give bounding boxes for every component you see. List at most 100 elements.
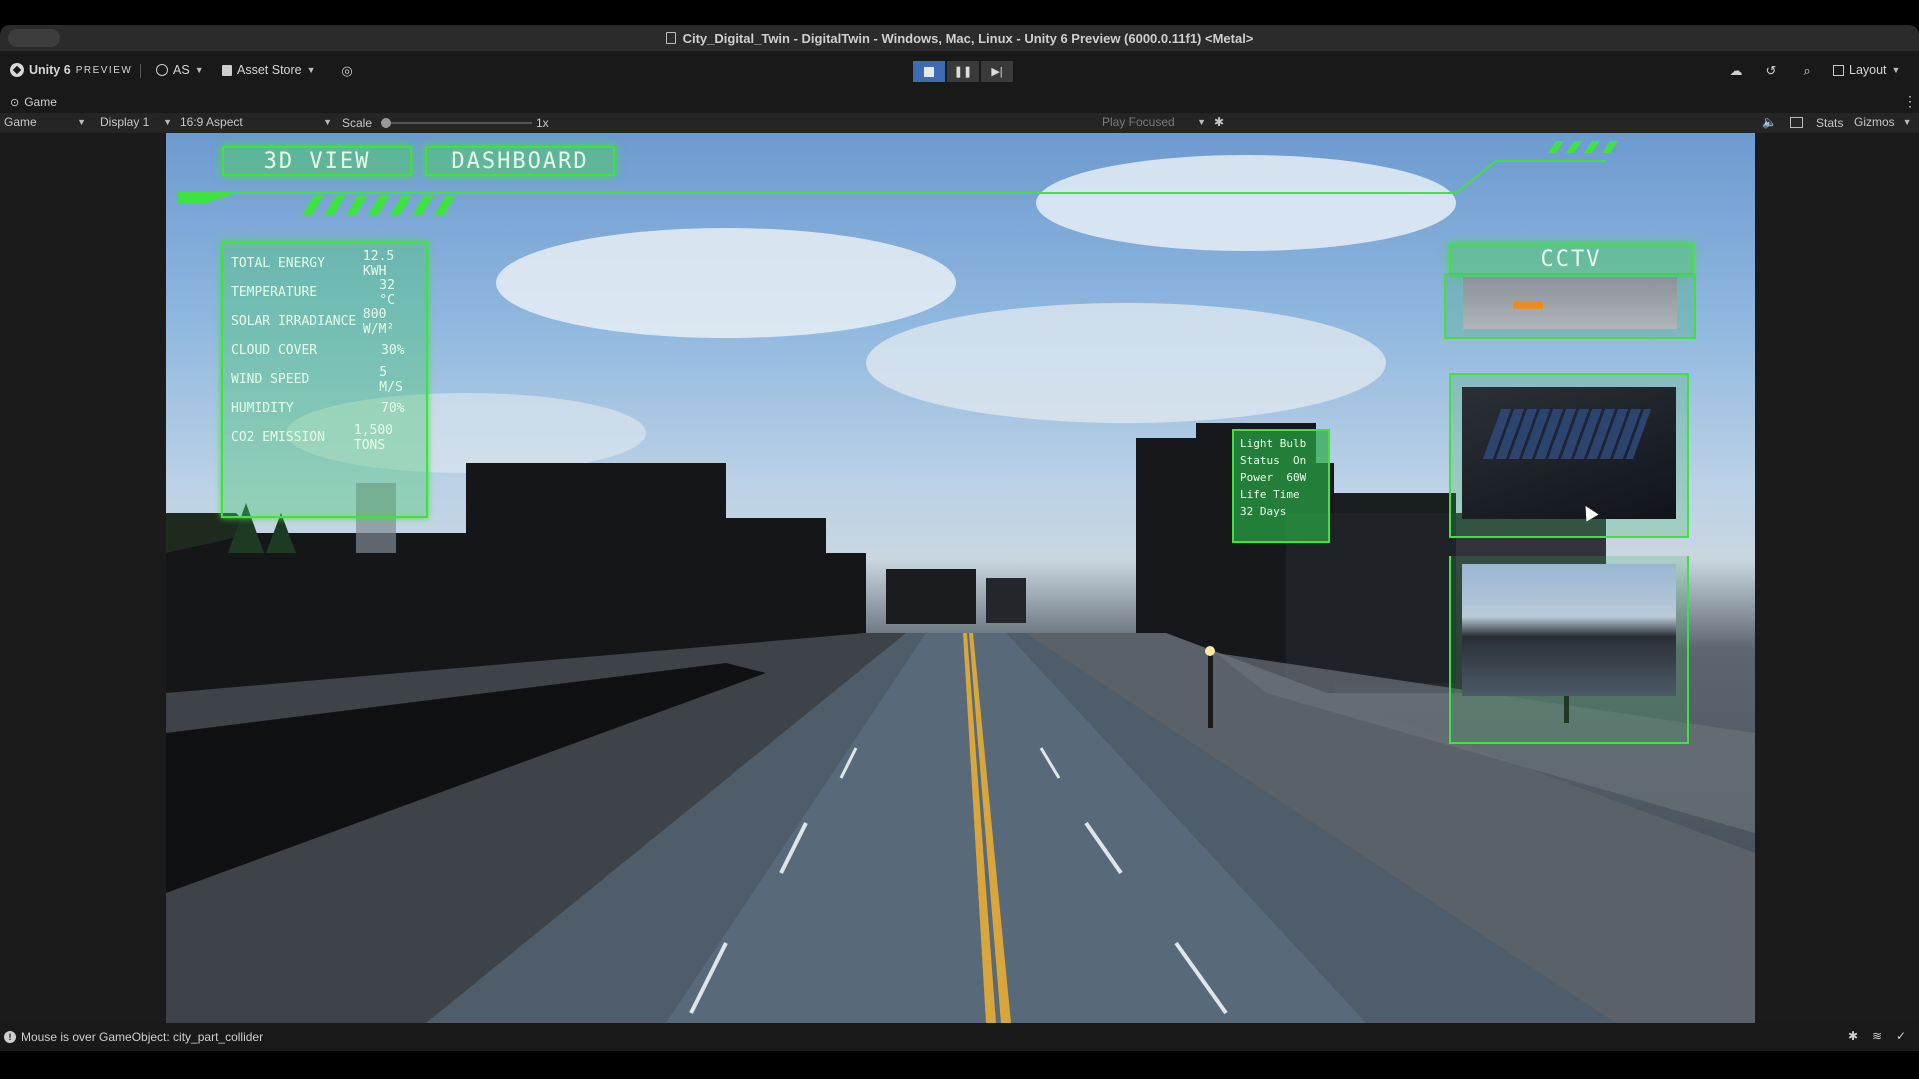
light-bulb-lifetime-value: 32 Days: [1240, 505, 1287, 518]
aspect-dropdown[interactable]: 16:9 Aspect ▼: [180, 115, 332, 129]
stat-row-solar-irradiance: SOLAR IRRADIANCE 800 W/M²: [231, 306, 418, 337]
chevron-down-icon: ▼: [323, 117, 332, 127]
search-icon[interactable]: ⌕: [1798, 62, 1816, 80]
stat-row-total-energy: TOTAL ENERGY 12.5 KWH: [231, 248, 418, 279]
view-dropdown[interactable]: Game ▼: [4, 115, 86, 129]
screen-bottom: [0, 1051, 1919, 1079]
layout-label: Layout: [1849, 63, 1887, 77]
sidebar-toggle-button[interactable]: [8, 29, 60, 47]
light-bulb-power: Power 60W: [1240, 471, 1307, 484]
cloud-icon[interactable]: ☁: [1727, 62, 1745, 80]
hud-stripes: [302, 195, 456, 215]
grid-icon[interactable]: [1790, 117, 1803, 128]
street-lamp: [1208, 653, 1213, 728]
building: [986, 578, 1026, 623]
scale-value: 1x: [536, 116, 549, 130]
play-focused-label: Play Focused: [1102, 115, 1175, 129]
scale-slider-handle[interactable]: [381, 118, 391, 128]
stat-value: 5 M/S: [379, 364, 403, 395]
chevron-down-icon: ▼: [306, 65, 316, 75]
cctv-feed-frame-3: [1449, 556, 1689, 744]
status-message: Mouse is over GameObject: city_part_coll…: [21, 1030, 264, 1044]
game-tab[interactable]: ⊙ Game: [10, 95, 57, 109]
stat-label: WIND SPEED: [231, 372, 310, 387]
stat-label: CO2 EMISSION: [231, 430, 325, 445]
stat-row-co2-emission: CO2 EMISSION 1,500 TONS: [231, 422, 418, 453]
asset-store-dropdown[interactable]: Asset Store ▼: [222, 63, 316, 77]
stat-value: 30%: [381, 343, 405, 358]
stop-icon: [924, 66, 934, 77]
asset-store-label: Asset Store: [237, 63, 302, 77]
gizmos-dropdown[interactable]: Gizmos ▼: [1854, 115, 1912, 129]
stat-value: 70%: [381, 401, 405, 416]
stat-value: 800 W/M²: [362, 306, 395, 337]
scale-slider[interactable]: [381, 118, 532, 128]
play-focused-dropdown[interactable]: Play Focused ▼: [1102, 115, 1206, 129]
window-titlebar: City_Digital_Twin - DigitalTwin - Window…: [0, 25, 1919, 51]
stat-value: 32 °C: [379, 277, 395, 308]
stat-row-humidity: HUMIDITY 70%: [231, 394, 418, 423]
light-bulb-panel[interactable]: Light Bulb Status On Power 60W Life Time…: [1232, 429, 1330, 543]
pause-button[interactable]: ❚❚: [947, 61, 979, 82]
stat-label: TOTAL ENERGY: [231, 256, 325, 271]
stat-row-cloud-cover: CLOUD COVER 30%: [231, 336, 418, 365]
account-dropdown[interactable]: AS ▼: [156, 63, 204, 77]
stat-value: 1,500 TONS: [353, 422, 394, 453]
game-tab-bar: ⊙ Game ⋮: [0, 91, 1919, 113]
bug-icon[interactable]: ✱: [1214, 115, 1224, 129]
stats-button[interactable]: Stats: [1816, 116, 1843, 130]
light-bulb-status: Status On: [1240, 454, 1307, 467]
playmode-controls: ❚❚ ▶|: [913, 61, 1013, 82]
divider: [140, 64, 141, 78]
debug-icon[interactable]: ✱: [1848, 1029, 1858, 1043]
display-dropdown[interactable]: Display 1 ▼: [100, 115, 172, 129]
tab-3d-view[interactable]: 3D VIEW: [222, 146, 412, 176]
document-icon: [665, 32, 676, 44]
aspect-label: 16:9 Aspect: [180, 115, 243, 129]
chevron-down-icon: ▼: [1891, 65, 1901, 75]
audio-icon[interactable]: 🔈: [1762, 115, 1777, 129]
chevron-down-icon: ▼: [163, 117, 172, 127]
view-label: Game: [4, 115, 37, 129]
cctv-feed-2[interactable]: [1462, 387, 1676, 519]
cctv-feed-3[interactable]: [1462, 564, 1676, 696]
stat-value: 12.5 KWH: [362, 248, 395, 279]
chevron-down-icon: ▼: [1197, 117, 1206, 127]
lamp-light: [1205, 646, 1215, 656]
history-icon[interactable]: ↺: [1762, 62, 1780, 80]
display-label: Display 1: [100, 115, 150, 129]
cctv-feed-frame-2: [1449, 373, 1689, 538]
game-controls-bar: Game ▼ Display 1 ▼ 16:9 Aspect ▼ Scale 1…: [0, 113, 1919, 133]
game-viewport[interactable]: 3D VIEW DASHBOARD TOTAL ENERGY 12.5 KWH …: [166, 133, 1755, 1023]
chevron-down-icon: ▼: [194, 65, 204, 75]
environment-stats-panel: TOTAL ENERGY 12.5 KWH TEMPERATURE 32 °C …: [221, 241, 428, 518]
game-tab-label: Game: [24, 95, 57, 109]
tab-dashboard[interactable]: DASHBOARD: [425, 146, 615, 176]
more-options-icon[interactable]: ⋮: [1903, 93, 1917, 110]
step-icon: ▶|: [991, 66, 1003, 78]
step-button[interactable]: ▶|: [981, 61, 1013, 82]
layers-icon[interactable]: ≋: [1872, 1029, 1882, 1043]
account-label: AS: [173, 63, 190, 77]
chevron-down-icon: ▼: [77, 117, 86, 127]
cloud: [1036, 155, 1456, 251]
check-icon[interactable]: ✓: [1896, 1029, 1906, 1043]
hud-stripes-right: [1548, 141, 1618, 153]
layout-icon: [1833, 64, 1844, 76]
version-control-icon[interactable]: ◎: [338, 62, 356, 80]
stop-button[interactable]: [913, 61, 945, 82]
pause-icon: ❚❚: [953, 66, 973, 78]
layout-dropdown[interactable]: Layout ▼: [1833, 63, 1900, 77]
unity-menu[interactable]: Unity 6 PREVIEW: [10, 63, 132, 77]
bag-icon: [222, 64, 232, 76]
cctv-feed-frame-1: [1444, 273, 1696, 339]
hud-accent: [178, 193, 236, 203]
cctv-title[interactable]: CCTV: [1449, 243, 1693, 275]
cctv-feed-1[interactable]: [1463, 277, 1677, 329]
solar-panels: [1482, 409, 1652, 459]
cloud: [866, 303, 1386, 423]
stat-row-temperature: TEMPERATURE 32 °C: [231, 277, 418, 308]
chevron-down-icon: ▼: [1902, 117, 1912, 127]
scale-label: Scale: [342, 116, 373, 130]
brand-label: Unity 6: [29, 63, 71, 77]
